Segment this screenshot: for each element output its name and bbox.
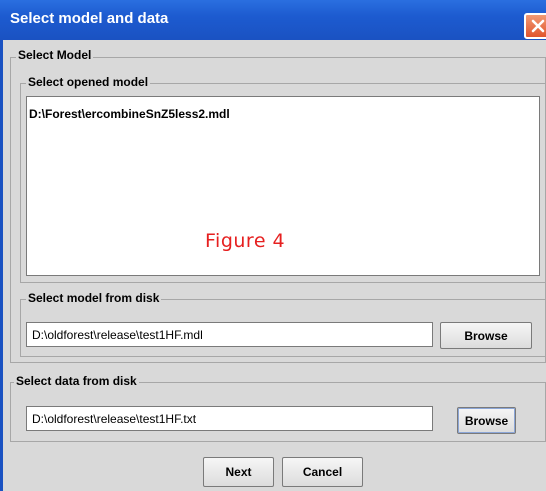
window-frame-left bbox=[0, 40, 3, 491]
close-button[interactable] bbox=[524, 13, 546, 39]
close-icon bbox=[531, 19, 545, 33]
data-path-input[interactable] bbox=[26, 406, 433, 431]
model-path-input[interactable] bbox=[26, 322, 433, 347]
list-item[interactable]: D:\Forest\ercombineSnZ5less2.mdl bbox=[29, 107, 230, 121]
select-model-from-disk-legend: Select model from disk bbox=[26, 291, 162, 305]
browse-data-button[interactable]: Browse bbox=[457, 407, 516, 434]
figure-label: Figure 4 bbox=[205, 230, 286, 252]
next-button[interactable]: Next bbox=[203, 457, 274, 487]
browse-model-button[interactable]: Browse bbox=[440, 322, 532, 349]
title-bar[interactable]: Select model and data bbox=[0, 0, 546, 40]
select-model-legend: Select Model bbox=[16, 48, 94, 62]
select-data-from-disk-legend: Select data from disk bbox=[14, 374, 139, 388]
window-title: Select model and data bbox=[10, 10, 169, 27]
dialog-window: Select model and data Select Model Selec… bbox=[0, 0, 546, 491]
cancel-button[interactable]: Cancel bbox=[282, 457, 363, 487]
select-opened-model-legend: Select opened model bbox=[26, 75, 151, 89]
